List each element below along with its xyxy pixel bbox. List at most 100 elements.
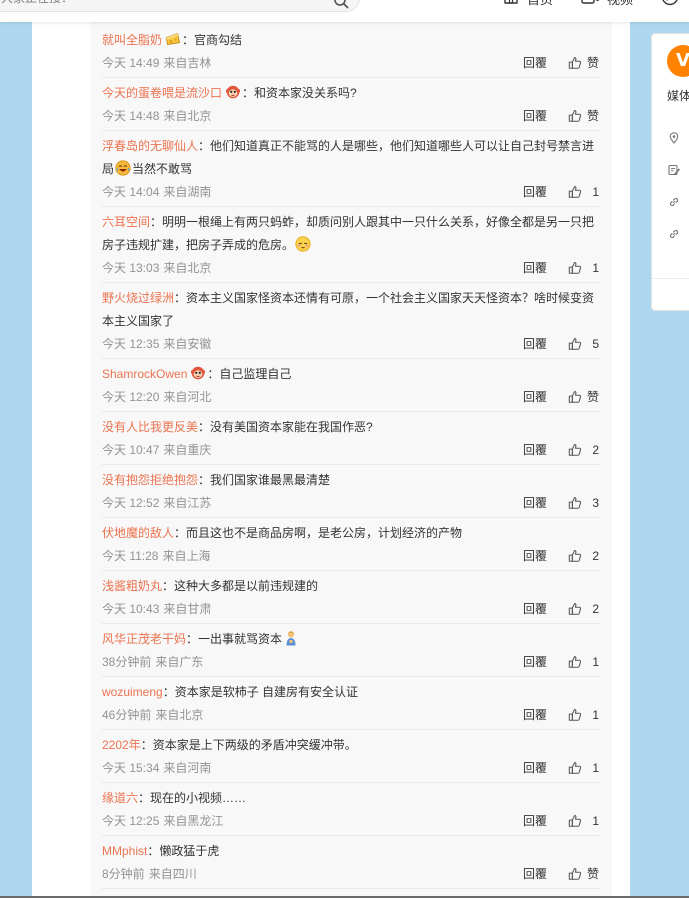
thumbs-up-icon xyxy=(568,708,582,722)
comment-time: 今天 12:52 xyxy=(102,496,160,510)
comment-username[interactable]: 浅酱粗奶丸 xyxy=(102,579,162,593)
comment-username[interactable]: 没有抱怨拒绝抱怨 xyxy=(102,473,198,487)
reply-button[interactable]: 回覆 xyxy=(523,651,547,673)
thumbs-up-icon xyxy=(568,337,582,351)
nav-video[interactable]: 视频 xyxy=(581,0,633,7)
comment-username[interactable]: 今天的蛋卷喂是流沙口 xyxy=(102,86,222,100)
like-button[interactable]: 3 xyxy=(568,492,599,514)
name-separator: ： xyxy=(198,420,211,434)
comment-item: wozuimeng：资本家是软柿子 自建房有安全认证 46分钟前 来自北京 回覆 1 xyxy=(102,677,600,730)
comment-text-line: 风华正茂老干妈：一出事就骂资本 xyxy=(102,628,600,651)
comment-item: 伏地魔的敌人：而且这也不是商品房啊，是老公房，计划经济的产物 今天 11:28 来自… xyxy=(102,518,600,571)
monkey-emoji-icon xyxy=(225,84,241,100)
thumbs-up-icon xyxy=(568,56,582,70)
like-button[interactable]: 1 xyxy=(568,257,599,279)
comment-username[interactable]: 伏地魔的敌人 xyxy=(102,526,174,540)
comment-username[interactable]: 野火烧过绿洲 xyxy=(102,291,174,305)
comment-username[interactable]: 2202年 xyxy=(102,738,141,752)
reply-button[interactable]: 回覆 xyxy=(523,704,547,726)
comment-meta: 8分钟前 来自四川 回覆 赞 xyxy=(102,863,600,885)
comment-item: 2202年：资本家是上下两级的矛盾冲突缓冲带。 今天 15:34 来自河南 回覆 1 xyxy=(102,730,600,783)
reply-button[interactable]: 回覆 xyxy=(523,333,547,355)
comment-text-line: 就叫全脂奶 ：官商勾结 xyxy=(102,29,600,52)
reply-button[interactable]: 回覆 xyxy=(523,863,547,885)
comment-text-line: 野火烧过绿洲：资本主义国家怪资本还情有可原，一个社会主义国家天天怪资本？啥时候变… xyxy=(102,287,600,310)
like-button[interactable]: 1 xyxy=(568,810,599,832)
comment-username[interactable]: MMphist xyxy=(102,844,147,858)
like-button[interactable]: 赞 xyxy=(568,386,599,408)
comment-text: 我们国家谁最黑最清楚 xyxy=(210,473,331,487)
comment-username[interactable]: 缘道六 xyxy=(102,791,138,805)
thumbs-up-icon xyxy=(568,109,582,123)
like-count: 赞 xyxy=(587,867,600,881)
comment-card: 就叫全脂奶 ：官商勾结 今天 14:49 来自吉林 回覆赞今天的蛋卷喂是流沙口 ：和资本家… xyxy=(32,0,630,898)
comment-text: 现在的小视频…… xyxy=(150,791,247,805)
comment-item: 浮春岛的无聊仙人：他们知道真正不能骂的人是哪些，他们知道哪些人可以让自己封号禁言… xyxy=(102,131,600,207)
comment-username[interactable]: 没有人比我更反美 xyxy=(102,420,198,434)
reply-button[interactable]: 回覆 xyxy=(523,492,547,514)
home-icon xyxy=(503,0,519,8)
comment-text: 本主义国家了 xyxy=(102,314,175,328)
comment-username[interactable]: 六耳空间 xyxy=(102,215,150,229)
search-input[interactable] xyxy=(1,0,311,11)
comment-time: 今天 10:43 xyxy=(102,602,160,616)
nav-home[interactable]: 首页 xyxy=(503,0,553,8)
like-button[interactable]: 5 xyxy=(568,333,599,355)
thumbs-up-icon xyxy=(568,496,582,510)
comment-username[interactable]: ShamrockOwen xyxy=(102,367,187,381)
name-separator: ： xyxy=(174,291,187,305)
reply-button[interactable]: 回覆 xyxy=(523,386,547,408)
reply-button[interactable]: 回覆 xyxy=(523,810,547,832)
comment-text: 和资本家没关系吗? xyxy=(254,86,357,100)
like-button[interactable]: 2 xyxy=(568,439,599,461)
comment-text-line: 伏地魔的敌人：而且这也不是商品房啊，是老公房，计划经济的产物 xyxy=(102,522,600,545)
comment-text: 懒政猛于虎 xyxy=(159,844,220,858)
like-button[interactable]: 1 xyxy=(568,181,599,203)
reply-list-area: 就叫全脂奶 ：官商勾结 今天 14:49 来自吉林 回覆赞今天的蛋卷喂是流沙口 ：和资本家… xyxy=(90,0,612,898)
comment-text-line: 本主义国家了 xyxy=(102,310,600,333)
comment-text-line: 局 当然不敢骂 xyxy=(102,158,600,181)
verified-logo[interactable]: V xyxy=(667,45,689,77)
comment-location: 来自河南 xyxy=(163,761,212,775)
reply-button[interactable]: 回覆 xyxy=(523,439,547,461)
comment-text: 而且这也不是商品房啊，是老公房，计划经济的产物 xyxy=(186,526,463,540)
like-button[interactable]: 2 xyxy=(568,598,599,620)
comment-text: 明明一根绳上有两只蚂蚱，却质问别人跟其中一只什么关系，好像全都是另一只把 xyxy=(162,215,595,229)
search-icon[interactable] xyxy=(333,0,349,9)
comment-username[interactable]: 就叫全脂奶 xyxy=(102,33,162,47)
comment-location: 来自重庆 xyxy=(163,443,212,457)
reply-button[interactable]: 回覆 xyxy=(523,598,547,620)
reply-button[interactable]: 回覆 xyxy=(523,181,547,203)
comment-username[interactable]: 风华正茂老干妈 xyxy=(102,632,186,646)
thumbs-up-icon xyxy=(568,867,582,881)
comment-username[interactable]: 浮春岛的无聊仙人 xyxy=(102,139,198,153)
nav-discover[interactable] xyxy=(661,0,687,7)
comment-meta: 38分钟前 来自广东 回覆 1 xyxy=(102,651,600,673)
like-button[interactable]: 赞 xyxy=(568,863,599,885)
comment-body: 缘道六：现在的小视频…… xyxy=(102,787,600,810)
reply-button[interactable]: 回覆 xyxy=(523,757,547,779)
comment-body: 野火烧过绿洲：资本主义国家怪资本还情有可原，一个社会主义国家天天怪资本？啥时候变… xyxy=(102,287,600,333)
comment-text-line: wozuimeng：资本家是软柿子 自建房有安全认证 xyxy=(102,681,600,704)
like-button[interactable]: 赞 xyxy=(568,105,599,127)
comment-meta: 今天 14:48 来自北京 回覆 赞 xyxy=(102,105,600,127)
name-separator: ： xyxy=(242,86,255,100)
reply-button[interactable]: 回覆 xyxy=(523,105,547,127)
comment-item: 野火烧过绿洲：资本主义国家怪资本还情有可原，一个社会主义国家天天怪资本？啥时候变… xyxy=(102,283,600,359)
comment-username[interactable]: wozuimeng xyxy=(102,685,163,699)
comment-body: 六耳空间：明明一根绳上有两只蚂蚱，却质问别人跟其中一只什么关系，好像全都是另一只… xyxy=(102,211,600,257)
comment-text-line: 房子违规扩建，把房子弄成的危房。 xyxy=(102,234,600,257)
comment-text-line: 今天的蛋卷喂是流沙口 ：和资本家没关系吗? xyxy=(102,82,600,105)
like-button[interactable]: 2 xyxy=(568,545,599,567)
like-button[interactable]: 1 xyxy=(568,704,599,726)
like-button[interactable]: 1 xyxy=(568,757,599,779)
reply-button[interactable]: 回覆 xyxy=(523,52,547,74)
reply-button[interactable]: 回覆 xyxy=(523,545,547,567)
like-button[interactable]: 1 xyxy=(568,651,599,673)
comment-location: 来自北京 xyxy=(155,708,204,722)
like-button[interactable]: 赞 xyxy=(568,52,599,74)
comment-meta: 今天 15:34 来自河南 回覆 1 xyxy=(102,757,600,779)
comment-text: 自己监理自己 xyxy=(219,367,292,381)
comment-meta: 今天 13:03 来自北京 回覆 1 xyxy=(102,257,600,279)
reply-button[interactable]: 回覆 xyxy=(523,257,547,279)
